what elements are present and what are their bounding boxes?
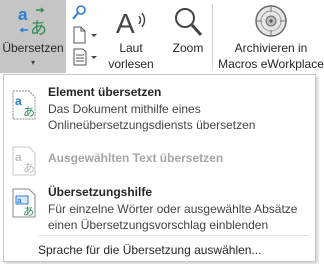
menu-item-title: Ausgewählten Text übersetzen bbox=[48, 151, 224, 165]
read-aloud-icon: A bbox=[116, 8, 146, 36]
menu-item-description: Das Dokument mithilfe eines Onlineüberse… bbox=[48, 102, 256, 132]
chevron-down-icon: ▾ bbox=[30, 58, 35, 67]
archive-disc-icon bbox=[255, 5, 287, 37]
ribbon: a あ Übersetzen ▾ A Laut vorlesen Zoom Ar… bbox=[0, 0, 324, 77]
zoom-label: Zoom bbox=[172, 41, 204, 55]
ribbon-separator bbox=[212, 4, 213, 70]
translate-icon: a あ bbox=[18, 5, 47, 38]
svg-text:あ: あ bbox=[23, 161, 35, 175]
text-document-icon bbox=[73, 48, 97, 66]
menu-item-choose-language[interactable]: Sprache für die Übersetzung auswählen... bbox=[4, 241, 315, 261]
read-aloud-label-line1: Laut bbox=[119, 41, 143, 55]
translate-button-label: Übersetzen bbox=[2, 41, 64, 55]
menu-divider bbox=[38, 235, 309, 236]
svg-text:a: a bbox=[15, 94, 22, 108]
archive-label-line1: Archivieren in bbox=[234, 41, 308, 55]
text-document-button[interactable] bbox=[70, 48, 102, 66]
svg-text:A: A bbox=[116, 8, 135, 36]
menu-item-description: Für einzelne Wörter oder ausgewählte Abs… bbox=[48, 202, 298, 232]
magnifier-icon bbox=[175, 8, 203, 37]
svg-text:a: a bbox=[18, 5, 28, 24]
zoom-button[interactable]: Zoom bbox=[166, 0, 210, 74]
svg-text:a: a bbox=[15, 150, 22, 164]
search-icon bbox=[72, 5, 86, 20]
document-dropdown-button[interactable] bbox=[70, 26, 102, 44]
read-aloud-label-line2: vorlesen bbox=[108, 57, 154, 71]
menu-item-translation-helper[interactable]: a あ Übersetzungshilfe Für einzelne Wörte… bbox=[4, 179, 315, 237]
menu-item-title: Element übersetzen bbox=[48, 85, 162, 99]
menu-item-translate-selection: a あ Ausgewählten Text übersetzen bbox=[4, 143, 315, 176]
svg-text:あ: あ bbox=[23, 105, 35, 119]
archive-button[interactable]: Archivieren in Macros eWorkplace bbox=[218, 0, 324, 74]
translate-button[interactable]: a あ Übersetzen ▾ bbox=[0, 0, 66, 73]
small-button-group bbox=[68, 0, 104, 74]
translate-document-icon: a あ bbox=[12, 90, 36, 120]
menu-item-translate-document[interactable]: a あ Element übersetzen Das Dokument mith… bbox=[4, 79, 315, 133]
svg-text:あ: あ bbox=[23, 205, 34, 218]
translate-selection-icon: a あ bbox=[12, 146, 36, 176]
svg-text:あ: あ bbox=[30, 19, 47, 38]
document-dropdown-icon bbox=[73, 26, 97, 44]
translation-helper-icon: a あ bbox=[12, 188, 36, 218]
archive-label-line2: Macros eWorkplace bbox=[218, 57, 324, 71]
translate-dropdown-menu: a あ Element übersetzen Das Dokument mith… bbox=[3, 74, 316, 262]
menu-item-title: Sprache für die Übersetzung auswählen... bbox=[38, 243, 262, 257]
search-button[interactable] bbox=[70, 4, 102, 22]
read-aloud-button[interactable]: A Laut vorlesen bbox=[108, 0, 154, 74]
menu-item-title: Übersetzungshilfe bbox=[48, 185, 153, 199]
svg-text:a: a bbox=[17, 196, 22, 205]
